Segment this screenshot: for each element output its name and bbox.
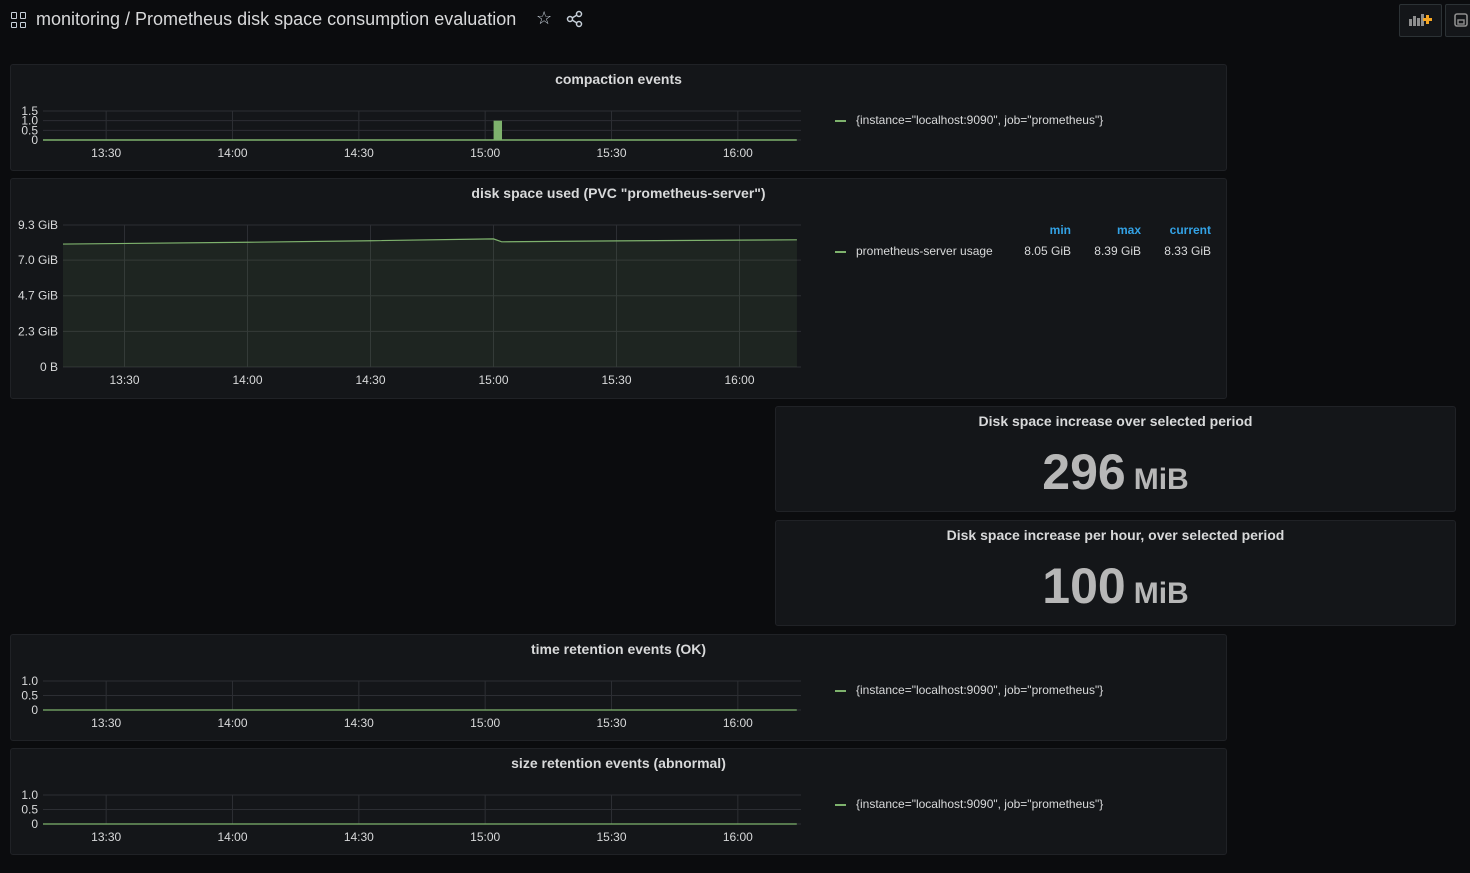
x-tick-label: 13:30	[91, 830, 121, 844]
legend-item[interactable]: {instance="localhost:9090", job="prometh…	[835, 797, 1103, 811]
series-swatch	[835, 119, 846, 122]
x-tick-label: 16:00	[723, 716, 753, 730]
panel-disk-space-increase-per-hour: Disk space increase per hour, over selec…	[775, 520, 1456, 626]
y-tick-label: 0	[31, 817, 38, 831]
stat-number: 296	[1042, 444, 1126, 500]
panel-title[interactable]: Disk space increase over selected period	[776, 413, 1455, 429]
x-tick-label: 14:30	[344, 716, 374, 730]
y-tick-label: 0 B	[40, 360, 58, 374]
x-tick-label: 16:00	[723, 830, 753, 844]
x-tick-label: 14:00	[217, 146, 247, 160]
legend-label: {instance="localhost:9090", job="prometh…	[856, 797, 1104, 811]
legend-label: {instance="localhost:9090", job="prometh…	[856, 683, 1104, 697]
save-dashboard-button[interactable]	[1445, 4, 1470, 37]
x-tick-label: 15:00	[470, 146, 500, 160]
legend-header-max[interactable]: max	[1081, 223, 1141, 237]
save-icon	[1454, 13, 1468, 27]
compaction-chart: 00.51.01.513:30 14:00 14:30 15:00 15:30 16:00	[21, 104, 801, 160]
x-tick-label: 16:00	[724, 373, 754, 387]
series-swatch	[835, 250, 846, 253]
legend-value-max: 8.39 GiB	[1094, 244, 1141, 258]
x-tick-label: 14:30	[344, 146, 374, 160]
panel-time-retention-events: time retention events (OK) 0 0.5 1.0 13:30 1…	[10, 634, 1227, 741]
x-tick-label: 15:30	[596, 146, 626, 160]
panel-compaction-events: compaction events 0 0.5 1.0 1.5 13:30 14:00 14…	[10, 64, 1227, 171]
x-tick-label: 15:00	[478, 373, 508, 387]
y-tick-label: 0.5	[21, 803, 38, 817]
x-tick-label: 13:30	[91, 716, 121, 730]
x-tick-label: 15:00	[470, 830, 500, 844]
x-tick-label: 13:30	[109, 373, 139, 387]
dashboards-grid-icon[interactable]	[11, 12, 27, 28]
panel-size-retention-events: size retention events (abnormal) 0 0.5 1.0…	[10, 748, 1227, 855]
stat-unit: MiB	[1133, 577, 1189, 610]
size-retention-chart: 00.51.0 13:30 14:00 14:30 15:00 15:30 16:00	[21, 788, 801, 844]
legend-value-current: 8.33 GiB	[1164, 244, 1211, 258]
y-tick-label: 7.0 GiB	[18, 253, 58, 267]
panel-title[interactable]: Disk space increase per hour, over selec…	[776, 527, 1455, 543]
x-tick-label: 14:00	[217, 830, 247, 844]
x-tick-label: 15:00	[470, 716, 500, 730]
legend-header-current[interactable]: current	[1151, 223, 1211, 237]
x-tick-label: 13:30	[91, 146, 121, 160]
legend-item[interactable]: {instance="localhost:9090", job="prometh…	[835, 113, 1103, 127]
x-tick-label: 14:30	[344, 830, 374, 844]
stat-value: 100 MiB	[776, 557, 1455, 615]
y-tick-label: 4.7 GiB	[18, 289, 58, 303]
legend-value-min: 8.05 GiB	[1024, 244, 1071, 258]
y-tick-label: 1.0	[21, 788, 38, 802]
y-tick-label: 1.5	[21, 104, 38, 118]
y-tick-label: 9.3 GiB	[18, 218, 58, 232]
add-panel-button[interactable]	[1399, 4, 1442, 37]
x-tick-label: 14:30	[355, 373, 385, 387]
x-tick-label: 14:00	[217, 716, 247, 730]
y-tick-label: 1.0	[21, 674, 38, 688]
stat-value: 296 MiB	[776, 443, 1455, 501]
y-tick-label: 0.5	[21, 689, 38, 703]
stat-number: 100	[1042, 558, 1126, 614]
star-icon[interactable]: ☆	[536, 8, 552, 29]
series-area	[63, 238, 797, 367]
panel-disk-space-increase: Disk space increase over selected period…	[775, 406, 1456, 512]
legend-header-min[interactable]: min	[1011, 223, 1071, 237]
legend-item[interactable]: {instance="localhost:9090", job="prometh…	[835, 683, 1103, 697]
time-retention-chart: 00.51.0 13:30 14:00 14:30 15:00 15:30 16:00	[21, 674, 801, 730]
legend-label: prometheus-server usage	[856, 244, 993, 258]
legend-item[interactable]: prometheus-server usage	[835, 244, 993, 258]
panel-disk-space-used: disk space used (PVC "prometheus-server"…	[10, 178, 1227, 399]
x-tick-label: 15:30	[601, 373, 631, 387]
y-tick-label: 2.3 GiB	[18, 324, 58, 338]
x-tick-label: 15:30	[596, 830, 626, 844]
series-swatch	[835, 803, 846, 806]
legend-label: {instance="localhost:9090", job="prometh…	[856, 113, 1104, 127]
series-swatch	[835, 689, 846, 692]
add-panel-icon	[1409, 14, 1432, 26]
x-tick-label: 16:00	[723, 146, 753, 160]
x-tick-label: 15:30	[596, 716, 626, 730]
stat-unit: MiB	[1133, 463, 1189, 496]
y-tick-label: 0	[31, 703, 38, 717]
share-icon[interactable]	[566, 10, 584, 28]
dashboard-title[interactable]: monitoring / Prometheus disk space consu…	[36, 9, 516, 30]
disk-space-chart: 0 B 2.3 GiB 4.7 GiB 7.0 GiB 9.3 GiB 13:30 14:0…	[18, 218, 801, 387]
bar	[493, 120, 503, 140]
dashboard-header: monitoring / Prometheus disk space consu…	[0, 0, 1470, 40]
x-tick-label: 14:00	[232, 373, 262, 387]
